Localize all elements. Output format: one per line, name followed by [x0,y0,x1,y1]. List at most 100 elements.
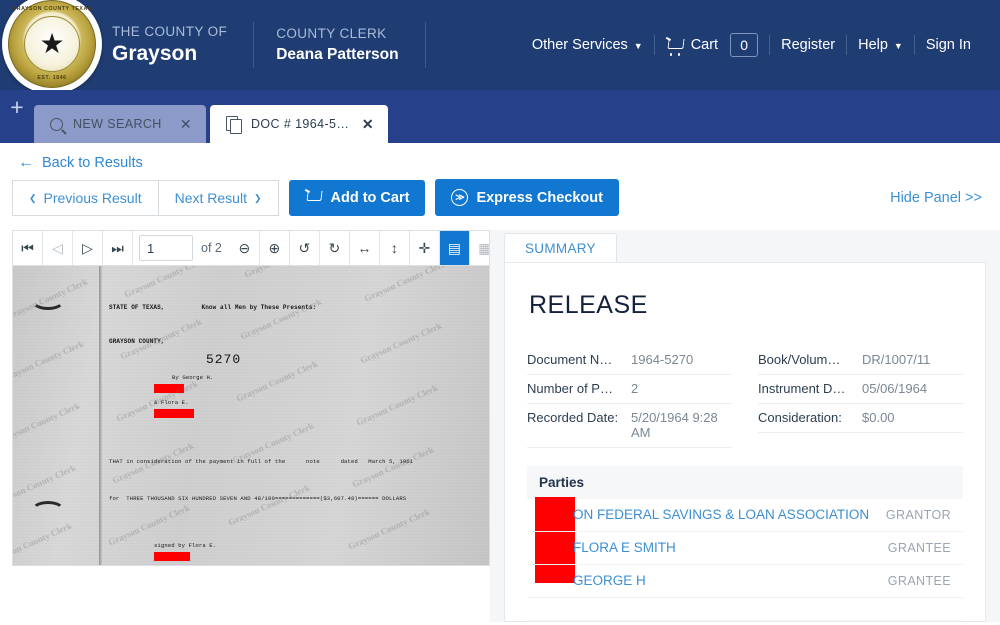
party-name-link[interactable]: ON FEDERAL SAVINGS & LOAN ASSOCIATION [573,507,869,522]
field-label: Book/Volum… [758,352,841,367]
party-name-link[interactable]: FLORA E SMITH [573,540,676,555]
zoom-in-button[interactable]: ⊕ [259,231,290,265]
nav-other-services-label: Other Services [531,37,628,53]
back-to-results-label: Back to Results [42,155,143,171]
nav-cart[interactable]: Cart 0 [655,33,769,57]
party-row: FLORA E SMITH GRANTEE [527,532,963,565]
nav-register-label: Register [781,37,836,53]
hide-panel-link[interactable]: Hide Panel >> [890,190,982,206]
panel-body: RELEASE Document N… 1964-5270 Number of … [504,262,986,622]
nav-other-services[interactable]: Other Services ▼ [521,37,654,53]
fit-height-button[interactable]: ↕ [379,231,410,265]
back-to-results[interactable]: ← Back to Results [0,153,1000,179]
field-row: Instrument D… 05/06/1964 [758,375,963,404]
pan-button[interactable]: ✛ [409,231,440,265]
party-role: GRANTEE [887,573,951,588]
action-bar: ← Back to Results ❮ Previous Result Next… [0,143,1000,216]
document-fields: Document N… 1964-5270 Number of P… 2 Rec… [527,346,963,448]
binder-clip-icon [31,501,65,521]
tab-document[interactable]: DOC # 1964-5… ✕ [210,105,388,143]
cart-icon [305,190,323,205]
nav-sign-in[interactable]: Sign In [915,37,982,53]
fit-page-button[interactable]: ▤ [439,231,470,265]
cart-icon [666,38,685,56]
nav-register[interactable]: Register [770,37,846,53]
previous-page-button[interactable]: ◁ [43,231,73,265]
search-icon [50,117,63,131]
doc-line-6-pre: signed by Flora E. [153,542,217,550]
field-row: Consideration: $0.00 [758,404,963,433]
nav-cart-label: Cart [690,37,719,53]
field-value: $0.00 [862,410,895,425]
doc-line-2: GRAYSON COUNTY, [109,337,165,345]
summary-panel: SUMMARY RELEASE Document N… 1964-5270 Nu… [490,230,1000,622]
party-role: GRANTOR [885,507,951,522]
nav-help[interactable]: Help ▼ [847,37,914,53]
redaction-block [153,552,190,562]
field-label: Recorded Date: [527,410,619,425]
first-page-button[interactable]: ⏮ [13,231,43,265]
fit-width-button[interactable]: ↔ [349,231,380,265]
field-label: Number of P… [527,381,613,396]
binder-clip-icon [31,290,65,310]
nav-help-label: Help [858,37,888,53]
office-block: COUNTY CLERK Deana Patterson [276,26,424,64]
brand-block: THE COUNTY OF Grayson COUNTY CLERK Deana… [112,22,448,68]
field-row: Book/Volum… DR/1007/11 [758,346,963,375]
previous-result-button[interactable]: ❮ Previous Result [12,179,159,216]
party-role: GRANTEE [887,540,951,555]
thumbnails-button[interactable]: ▦ [469,231,489,265]
scanned-document-text: STATE OF TEXAS, Know all Men by These Pr… [109,280,485,565]
field-value: DR/1007/11 [862,352,931,367]
book-spine [99,266,102,565]
tab-strip: + NEW SEARCH ✕ DOC # 1964-5… ✕ [0,90,1000,143]
field-label: Consideration: [758,410,842,425]
action-button-row: ❮ Previous Result Next Result ❯ Add to C… [0,179,1000,216]
close-icon[interactable]: ✕ [362,116,374,133]
doc-line-5: for THREE THOUSAND SIX HUNDRED SEVEN AND… [109,494,407,502]
chevron-down-icon: ▼ [893,41,903,51]
panel-tab-row: SUMMARY [504,230,986,262]
viewer-toolbar: ⏮ ◁ ▷ ⏭ 1 of 2 ⊖ ⊕ ↺ ↻ ↔ ↕ ✛ ▤ ▦ [12,230,490,266]
documents-icon [226,116,242,134]
express-checkout-label: Express Checkout [476,189,603,206]
previous-result-label: Previous Result [43,189,142,206]
chevron-right-icon: ❯ [253,193,262,203]
new-tab-button[interactable]: + [0,90,34,143]
tab-summary[interactable]: SUMMARY [504,233,617,262]
nav-sign-in-label: Sign In [925,37,971,53]
brand-divider-1 [253,22,255,68]
tab-document-label: DOC # 1964-5… [251,117,350,131]
close-icon[interactable]: ✕ [180,116,192,133]
tab-new-search-label: NEW SEARCH [73,117,162,131]
field-value: 05/06/1964 [862,381,928,396]
office-title: COUNTY CLERK [276,25,387,41]
brand-divider-2 [424,22,426,68]
party-name-link[interactable]: GEORGE H [573,573,646,588]
field-row: Document N… 1964-5270 [527,346,732,375]
zoom-out-button[interactable]: ⊖ [229,231,260,265]
express-checkout-button[interactable]: ≫ Express Checkout [435,179,619,216]
field-label: Document N… [527,352,613,367]
field-row: Recorded Date: 5/20/1964 9:28 AM [527,404,732,448]
field-row: Number of P… 2 [527,375,732,404]
next-result-label: Next Result [174,189,247,206]
rotate-left-button[interactable]: ↺ [289,231,320,265]
chevron-down-icon: ▼ [633,41,643,51]
last-page-button[interactable]: ⏭ [103,231,133,265]
redaction-block [153,383,184,393]
document-page-image[interactable]: STATE OF TEXAS, Know all Men by These Pr… [12,266,490,566]
seal-top-text: GRAYSON COUNTY TEXAS [12,6,92,12]
add-to-cart-button[interactable]: Add to Cart [288,179,426,216]
fields-right-column: Book/Volum… DR/1007/11 Instrument D… 05/… [758,346,963,448]
rotate-right-button[interactable]: ↻ [319,231,350,265]
star-icon: ★ [39,28,65,59]
next-result-button[interactable]: Next Result ❯ [158,179,279,216]
chevron-left-icon: ❮ [29,193,37,203]
tab-new-search[interactable]: NEW SEARCH ✕ [34,105,206,143]
page-number-input[interactable]: 1 [139,235,193,261]
doc-line-3-mid: & Flora E. [153,398,189,406]
county-prefix: THE COUNTY OF [112,24,228,40]
next-page-button[interactable]: ▷ [73,231,103,265]
party-row: GEORGE H GRANTEE [527,565,963,598]
